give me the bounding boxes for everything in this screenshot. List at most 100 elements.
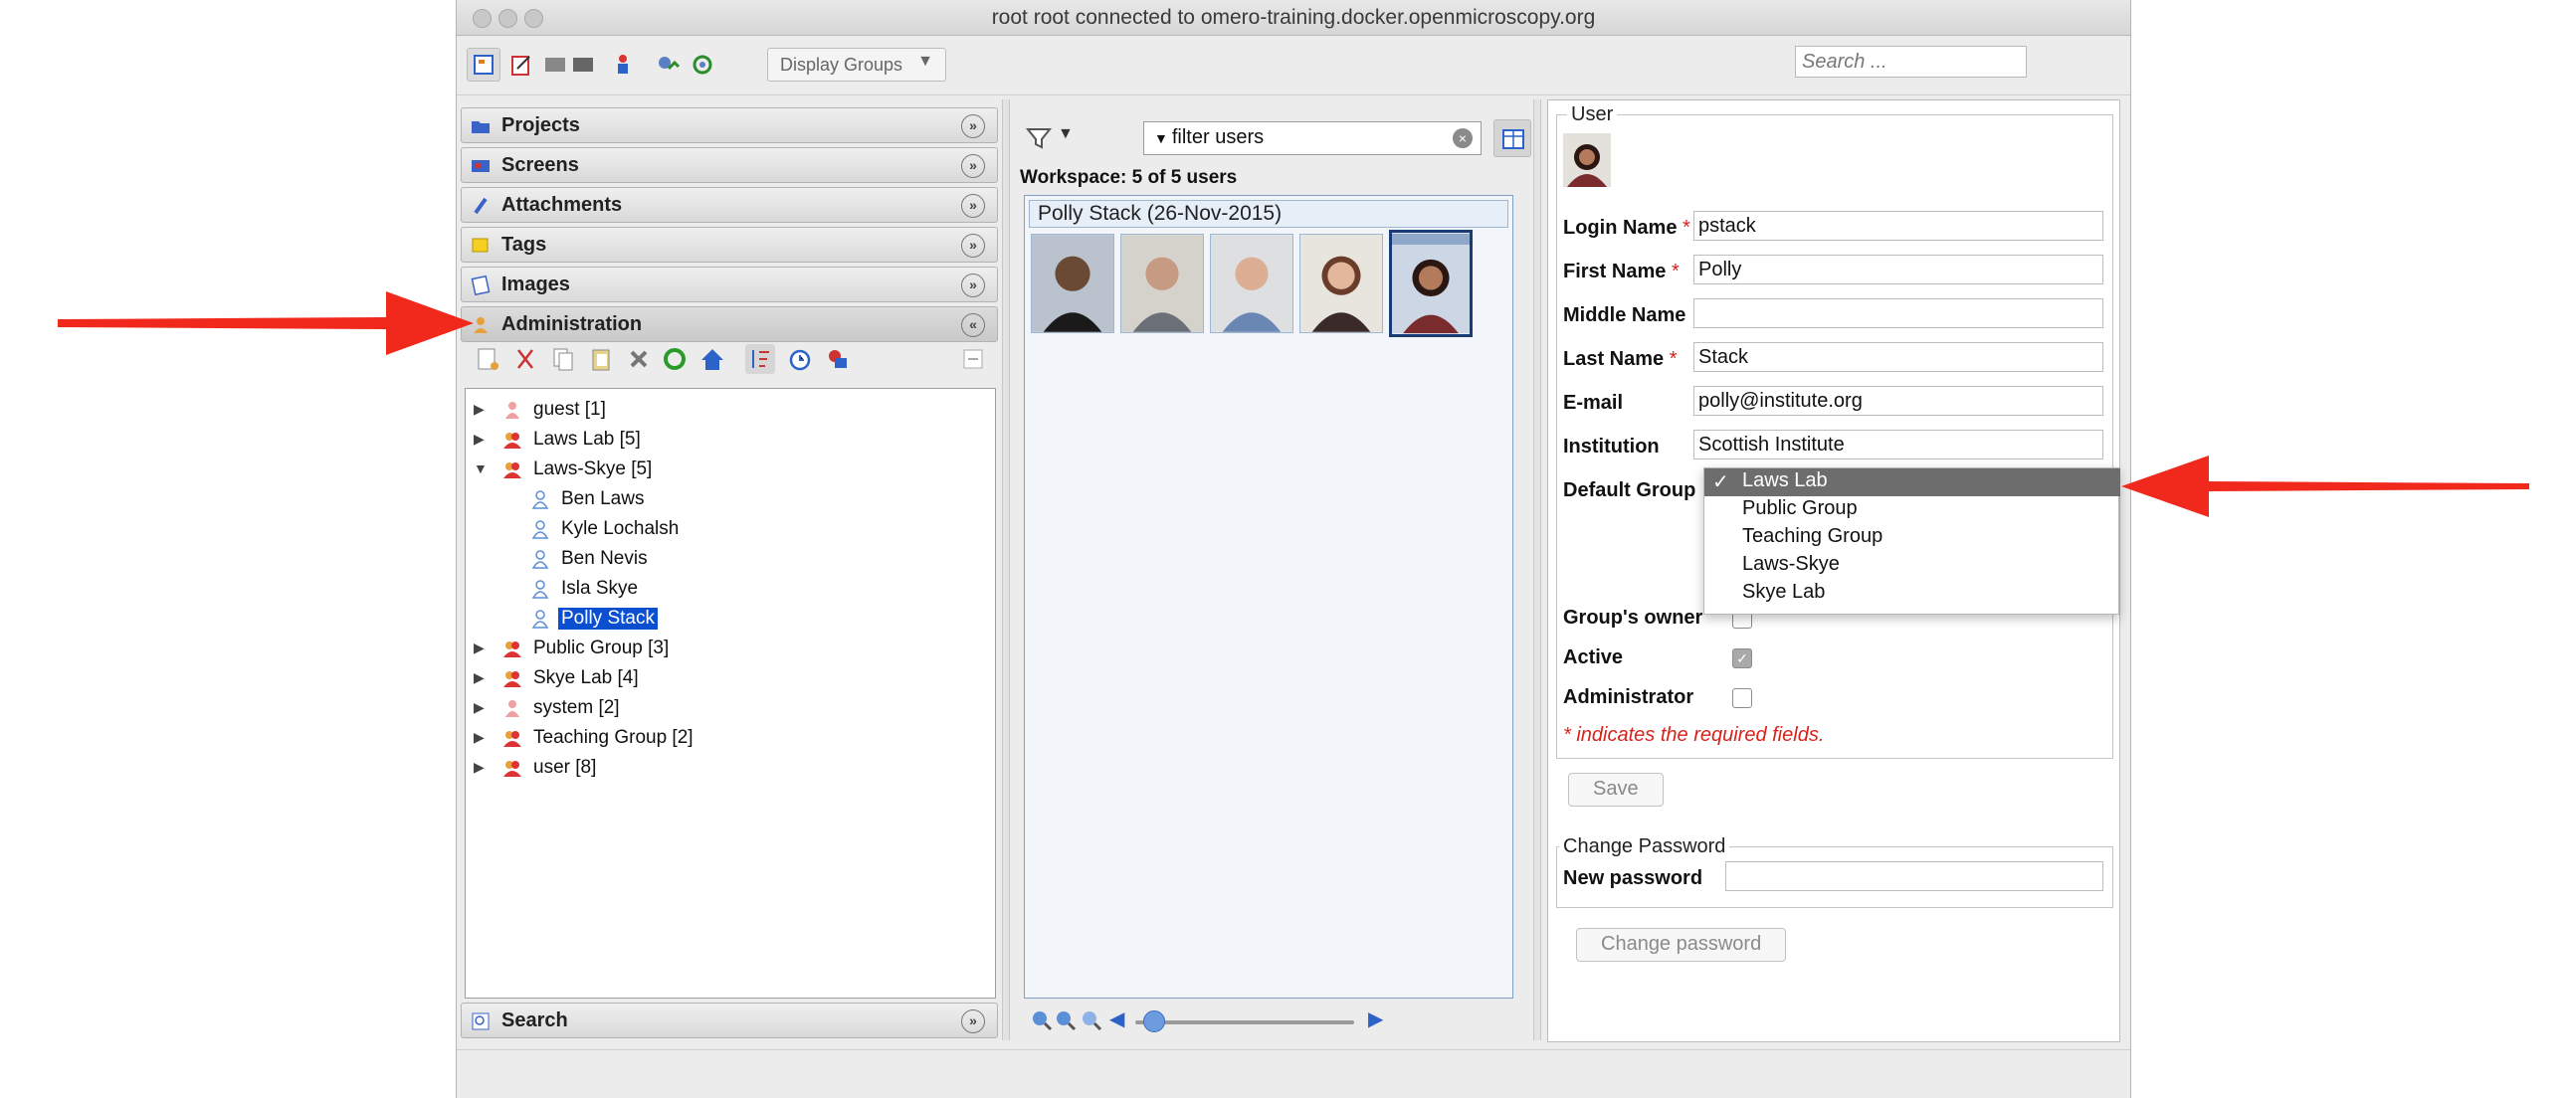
new-password-field[interactable] [1725,861,2103,891]
folder-icon [472,121,490,133]
user-icon [531,490,549,509]
accordion-search[interactable]: Search » [461,1003,998,1038]
last-name-field[interactable]: Stack [1693,342,2103,372]
zoom-slider-track[interactable] [1135,1020,1354,1024]
user-thumbnail[interactable] [1210,234,1293,333]
required-fields-note: * indicates the required fields. [1563,724,1825,746]
thumbnail-view-icon [1502,129,1524,149]
slider-right-arrow-icon[interactable]: ▶ [1368,1006,1383,1031]
expand-icon[interactable]: » [961,194,985,218]
portrait-image [1211,235,1292,332]
default-group-dropdown[interactable]: ✓ Laws Lab Public Group Teaching Group La… [1703,467,2120,615]
delete-icon[interactable] [624,344,654,374]
layout-right-button[interactable] [566,48,600,82]
user-avatar[interactable] [1563,133,1611,187]
login-name-field[interactable]: pstack [1693,211,2103,241]
default-group-label: Default Group [1563,479,1696,501]
thumbnails-pane[interactable]: Polly Stack (26-Nov-2015) [1024,195,1513,999]
filter-menu-chevron-icon[interactable]: ▼ [1154,130,1168,146]
tree-node-label: Skye Lab [4] [533,667,639,688]
clear-filter-icon[interactable]: × [1453,128,1473,148]
dropdown-option[interactable]: ✓ Laws Lab [1704,468,2120,496]
thumbnail-view-button[interactable] [1493,119,1531,157]
zoom-out-icon[interactable] [1030,1008,1054,1032]
save-button[interactable]: Save [1568,773,1664,807]
active-checkbox[interactable]: ✓ [1732,648,1752,668]
left-splitter[interactable] [1002,99,1010,1040]
expand-icon[interactable]: » [961,1009,985,1033]
expand-arrow-icon[interactable]: ▶ [474,640,485,656]
expand-arrow-icon[interactable]: ▶ [474,401,485,418]
middle-name-field[interactable] [1693,298,2103,328]
institution-field[interactable]: Scottish Institute [1693,430,2103,459]
collapse-all-icon[interactable] [958,344,988,374]
tree-node-label: Laws Lab [5] [533,429,641,450]
filter-icon[interactable] [823,344,853,374]
copy-icon[interactable] [548,344,578,374]
zoom-controls: ◀ ▶ [1024,1006,1513,1036]
user-icon [505,700,519,717]
new-icon[interactable] [473,344,502,374]
zoom-slider-thumb[interactable] [1143,1010,1165,1032]
refresh-icon[interactable] [660,344,690,374]
accordion-screens[interactable]: Screens » [461,147,998,183]
sync-button[interactable] [686,48,719,82]
first-name-field[interactable]: Polly [1693,255,2103,284]
edit-button[interactable] [504,48,538,82]
history-icon[interactable] [785,344,815,374]
user-thumbnail[interactable] [1299,234,1383,333]
group-icon [503,641,521,657]
accordion-label: Search [501,1009,568,1031]
administrator-checkbox[interactable] [1732,688,1752,708]
sort-icon[interactable] [745,344,775,374]
dropdown-option[interactable]: Public Group [1704,496,2120,524]
zoom-fit-icon[interactable] [1080,1008,1103,1032]
slider-left-arrow-icon[interactable]: ◀ [1109,1006,1124,1031]
dropdown-option[interactable]: Teaching Group [1704,524,2120,552]
user-thumbnail[interactable] [1031,234,1114,333]
accordion-tags[interactable]: Tags » [461,227,998,263]
layout-left-icon [545,58,565,72]
expand-arrow-icon[interactable]: ▶ [474,759,485,776]
dropdown-option[interactable]: Skye Lab [1704,580,2120,608]
zoom-in-icon[interactable] [1054,1008,1078,1032]
admin-toolbar [461,336,998,384]
tree-node-label: Public Group [3] [533,638,670,658]
change-password-button[interactable]: Change password [1576,928,1787,962]
expand-icon[interactable]: » [961,154,985,178]
import-button[interactable] [652,48,686,82]
accordion-images[interactable]: Images » [461,267,998,302]
user-button[interactable] [606,48,640,82]
expand-arrow-icon[interactable]: ▶ [474,669,485,686]
expand-arrow-icon[interactable]: ▶ [474,699,485,716]
collapse-icon[interactable]: « [961,313,985,337]
home-icon[interactable] [697,344,727,374]
paste-icon[interactable] [586,344,616,374]
accordion-projects[interactable]: Projects » [461,107,998,143]
layout-right-icon [573,58,593,72]
collapse-arrow-icon[interactable]: ▼ [474,460,488,476]
tree-view-button[interactable] [467,48,500,82]
expand-icon[interactable]: » [961,234,985,258]
cut-icon[interactable] [510,344,540,374]
admin-tree[interactable]: ▶ guest [1] ▶ Laws Lab [5] ▼ Laws-Skye [5] … [465,388,996,999]
tree-node-label: Teaching Group [2] [533,727,694,748]
email-field[interactable]: polly@institute.org [1693,386,2103,416]
filter-icon[interactable] [1024,123,1054,153]
expand-arrow-icon[interactable]: ▶ [474,431,485,448]
filter-users-input[interactable]: ▼ filter users × [1143,121,1482,155]
checkmark-icon: ✓ [1712,471,1729,493]
filter-options-chevron-icon[interactable]: ▼ [1058,125,1074,143]
global-search-input[interactable]: Search ... [1795,46,2027,78]
dropdown-option[interactable]: Laws-Skye [1704,552,2120,580]
user-thumbnail[interactable] [1120,234,1204,333]
display-groups-dropdown[interactable]: Display Groups ▼ [767,48,946,82]
user-thumbnail-selected[interactable] [1389,230,1473,337]
accordion-attachments[interactable]: Attachments » [461,187,998,223]
right-splitter[interactable] [1533,99,1541,1040]
user-icon [505,402,519,419]
institution-label: Institution [1563,436,1660,458]
expand-icon[interactable]: » [961,274,985,297]
expand-arrow-icon[interactable]: ▶ [474,729,485,746]
expand-icon[interactable]: » [961,114,985,138]
